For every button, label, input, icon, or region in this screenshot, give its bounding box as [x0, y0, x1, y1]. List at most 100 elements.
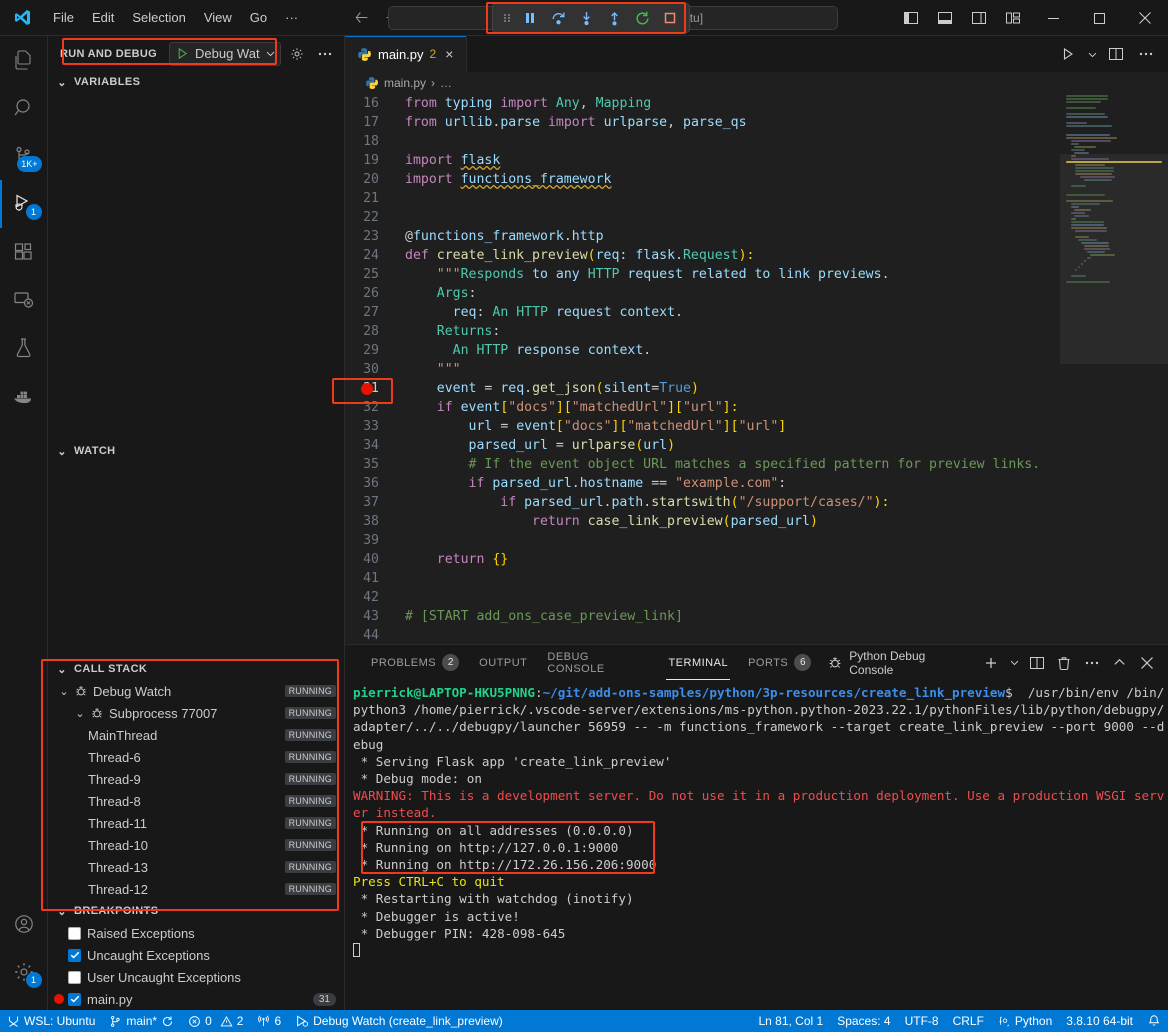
code-line[interactable]: 18 [345, 132, 1060, 151]
section-header-watch[interactable]: ⌄ WATCH [48, 440, 344, 462]
restart-button[interactable] [629, 6, 655, 30]
menu-selection[interactable]: Selection [123, 7, 194, 28]
code-line[interactable]: 22 [345, 208, 1060, 227]
run-options-chevron-down-icon[interactable] [1084, 40, 1100, 68]
activity-source-control[interactable]: 1K+ [0, 132, 48, 180]
code-line[interactable]: 31 event = req.get_json(silent=True) [345, 379, 1060, 398]
call-stack-row[interactable]: Thread-13RUNNING [48, 856, 344, 878]
code-line[interactable]: 16from typing import Any, Mapping [345, 94, 1060, 113]
split-terminal-button[interactable] [1024, 650, 1050, 676]
minimize-button[interactable] [1030, 0, 1076, 36]
code-line[interactable]: 19import flask [345, 151, 1060, 170]
code-line[interactable]: 30 """ [345, 360, 1060, 379]
breakpoint-checkbox[interactable] [68, 971, 81, 984]
menu-edit[interactable]: Edit [83, 7, 123, 28]
step-out-button[interactable] [601, 6, 627, 30]
status-remote-indicator[interactable]: WSL: Ubuntu [0, 1010, 102, 1032]
close-panel-button[interactable] [1134, 650, 1160, 676]
status-indentation[interactable]: Spaces: 4 [830, 1010, 897, 1032]
status-problems[interactable]: 0 2 [181, 1010, 250, 1032]
breakpoint-row[interactable]: main.py31 [48, 988, 344, 1010]
activity-explorer[interactable] [0, 36, 48, 84]
code-line[interactable]: 33 url = event["docs"]["matchedUrl"]["ur… [345, 417, 1060, 436]
activity-docker[interactable] [0, 372, 48, 420]
call-stack-row[interactable]: Thread-10RUNNING [48, 834, 344, 856]
status-cursor-position[interactable]: Ln 81, Col 1 [751, 1010, 830, 1032]
code-line[interactable]: 26 Args: [345, 284, 1060, 303]
code-line[interactable]: 44 [345, 626, 1060, 644]
section-header-variables[interactable]: ⌄ VARIABLES [48, 71, 344, 93]
breakpoint-row[interactable]: Uncaught Exceptions [48, 944, 344, 966]
pause-button[interactable] [517, 6, 543, 30]
activity-search[interactable] [0, 84, 48, 132]
status-interpreter[interactable]: 3.8.10 64-bit [1059, 1010, 1140, 1032]
panel-more-actions-button[interactable] [1079, 650, 1105, 676]
chevron-down-icon[interactable] [265, 48, 276, 59]
sidebar-more-actions-button[interactable] [314, 43, 336, 65]
activity-remote-explorer[interactable] [0, 276, 48, 324]
panel-tab-terminal[interactable]: TERMINAL [658, 645, 738, 680]
panel-tab-ports[interactable]: PORTS6 [738, 645, 821, 680]
activity-accounts[interactable] [0, 900, 48, 948]
debug-launch-config-selector[interactable]: Debug Wat [169, 42, 281, 66]
code-line[interactable]: 32 if event["docs"]["matchedUrl"]["url"]… [345, 398, 1060, 417]
kill-terminal-button[interactable] [1052, 650, 1078, 676]
start-debug-icon[interactable] [175, 46, 190, 61]
go-back-icon[interactable] [353, 9, 370, 26]
breakpoint-checkbox[interactable] [68, 927, 81, 940]
minimap[interactable] [1060, 94, 1168, 644]
activity-testing[interactable] [0, 324, 48, 372]
status-encoding[interactable]: UTF-8 [898, 1010, 946, 1032]
terminal-output[interactable]: pierrick@LAPTOP-HKU5PNNG:~/git/add-ons-s… [345, 680, 1168, 1010]
new-terminal-button[interactable] [979, 650, 1005, 676]
call-stack-row[interactable]: Thread-6RUNNING [48, 746, 344, 768]
code-line[interactable]: 37 if parsed_url.path.startswith("/suppo… [345, 493, 1060, 512]
code-line[interactable]: 20import functions_framework [345, 170, 1060, 189]
code-line[interactable]: 27 req: An HTTP request context. [345, 303, 1060, 322]
section-header-call-stack[interactable]: ⌄ CALL STACK [48, 658, 344, 680]
status-branch[interactable]: main* [102, 1010, 181, 1032]
code-line[interactable]: 29 An HTTP response context. [345, 341, 1060, 360]
panel-tab-problems[interactable]: PROBLEMS2 [361, 645, 469, 680]
code-line[interactable]: 28 Returns: [345, 322, 1060, 341]
menu-view[interactable]: View [195, 7, 241, 28]
breakpoint-row[interactable]: User Uncaught Exceptions [48, 966, 344, 988]
call-stack-row[interactable]: MainThreadRUNNING [48, 724, 344, 746]
tab-main-py[interactable]: main.py 2 × [345, 36, 467, 72]
section-header-breakpoints[interactable]: ⌄ BREAKPOINTS [48, 900, 344, 922]
customize-layout-button[interactable] [996, 0, 1030, 36]
status-notifications[interactable] [1140, 1010, 1168, 1032]
code-line[interactable]: 38 return case_link_preview(parsed_url) [345, 512, 1060, 531]
call-stack-row[interactable]: ⌄Subprocess 77007RUNNING [48, 702, 344, 724]
breakpoint-checkbox[interactable] [68, 993, 81, 1006]
code-line[interactable]: 23@functions_framework.http [345, 227, 1060, 246]
panel-tab-debug-console[interactable]: DEBUG CONSOLE [537, 645, 658, 680]
status-ports[interactable]: 6 [250, 1010, 288, 1032]
toggle-secondary-sidebar-button[interactable] [962, 0, 996, 36]
activity-run-and-debug[interactable]: 1 [0, 180, 48, 228]
call-stack-row[interactable]: ⌄Debug WatchRUNNING [48, 680, 344, 702]
breadcrumb-file[interactable]: main.py [384, 76, 426, 90]
maximize-panel-button[interactable] [1107, 650, 1133, 676]
menu-go[interactable]: Go [241, 7, 276, 28]
drag-handle-icon[interactable] [499, 10, 515, 26]
run-python-file-button[interactable] [1054, 40, 1082, 68]
code-line[interactable]: 43# [START add_ons_case_preview_link] [345, 607, 1060, 626]
close-button[interactable] [1122, 0, 1168, 36]
stop-button[interactable] [657, 6, 683, 30]
panel-tab-output[interactable]: OUTPUT [469, 645, 537, 680]
code-line[interactable]: 42 [345, 588, 1060, 607]
code-line[interactable]: 35 # If the event object URL matches a s… [345, 455, 1060, 474]
open-launch-json-button[interactable] [287, 43, 309, 65]
tab-close-icon[interactable]: × [442, 45, 456, 63]
toggle-panel-button[interactable] [928, 0, 962, 36]
menu-file[interactable]: File [44, 7, 83, 28]
split-editor-button[interactable] [1102, 40, 1130, 68]
breakpoint-glyph-icon[interactable] [361, 383, 373, 395]
call-stack-row[interactable]: Thread-9RUNNING [48, 768, 344, 790]
code-line[interactable]: 39 [345, 531, 1060, 550]
breakpoint-row[interactable]: Raised Exceptions [48, 922, 344, 944]
terminal-selector[interactable]: Python Debug Console [821, 649, 976, 677]
menu-more[interactable]: ··· [276, 7, 307, 28]
step-over-button[interactable] [545, 6, 571, 30]
